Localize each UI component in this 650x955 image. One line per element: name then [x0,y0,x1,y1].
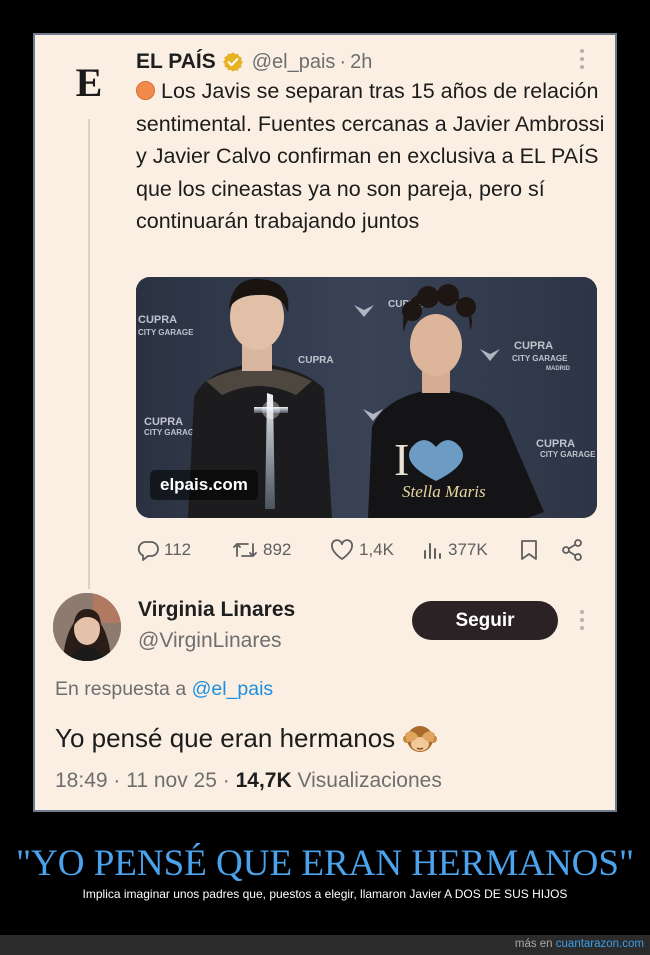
bookmark-action[interactable] [518,535,544,565]
backdrop-brand-sub: CITY GARAGE [144,428,200,437]
reply-author-name[interactable]: Virginia Linares [138,598,295,622]
tweet-media-image[interactable]: CUPRA CITY GARAGE CUPRA CITY GARAGE MADR… [136,277,597,518]
share-icon [562,539,582,561]
backdrop-brand-sub: MADRID [546,366,571,372]
caption-subline: Implica imaginar unos padres que, puesto… [82,887,568,901]
heart-icon [331,539,353,560]
share-action[interactable] [560,535,588,565]
more-options-icon[interactable] [578,49,586,71]
tweet-actions-bar: 112 892 1,4K 377K [136,535,596,565]
see-no-evil-monkey-icon [403,726,438,752]
reply-time[interactable]: 18:49 [55,769,108,792]
backdrop-brand: CUPRA [144,416,183,428]
backdrop-brand: CUPRA [514,340,553,352]
author-name[interactable]: EL PAÍS [136,50,216,74]
tweet-screenshot-card: E EL PAÍS @el_pais · 2h Los Javis se sep… [33,33,617,812]
media-domain-label[interactable]: elpais.com [150,470,258,500]
views-chart-icon [424,543,441,559]
footer-text: más en cuantarazon.com [515,938,644,950]
el-pais-logo[interactable]: E [71,63,107,103]
separator-dot: · [339,50,347,73]
reply-icon [137,541,159,561]
reply-count: 112 [164,540,192,559]
thread-line [88,119,90,589]
tweet-text: Los Javis se separan tras 15 años de rel… [136,75,606,238]
site-footer: más en cuantarazon.com [0,935,650,955]
reply-meta: 18:49 · 11 nov 25 · 14,7K Visualizacione… [55,769,442,792]
follow-button[interactable]: Seguir [412,601,558,640]
in-reply-to: En respuesta a @el_pais [55,678,273,701]
svg-text:I: I [394,434,409,485]
more-options-icon[interactable] [578,610,586,632]
views-action[interactable]: 377K [420,535,488,565]
reply-text: Yo pensé que eran hermanos [55,722,438,754]
reply-author-handle[interactable]: @VirginLinares [138,629,282,653]
tweet-header: EL PAÍS @el_pais · 2h [136,47,372,77]
tshirt-print: Stella Maris [402,482,486,501]
avatar-illustration [53,593,121,661]
retweet-action[interactable]: 892 [231,535,291,565]
backdrop-brand-sub: CITY GARAGE [540,450,596,459]
reply-body: Yo pensé que eran hermanos [55,722,396,753]
reply-views-count: 14,7K [235,769,292,792]
tweet-time[interactable]: 2h [350,51,372,74]
backdrop-brand-sub: CITY GARAGE [512,354,568,363]
backdrop-brand-sub: CITY GARAGE [138,328,194,337]
footer-prefix: más en [514,938,553,950]
tweet-body: Los Javis se separan tras 15 años de rel… [136,79,605,233]
bookmark-icon [521,540,537,560]
orange-circle-icon [136,81,155,100]
caption-headline: "YO PENSÉ QUE ERAN HERMANOS" [15,843,635,884]
views-count: 377K [448,540,488,559]
avatar[interactable] [53,593,121,661]
backdrop-brand: CUPRA [298,355,334,366]
footer-site-link[interactable]: cuantarazon.com [556,938,644,950]
like-action[interactable]: 1,4K [329,535,394,565]
reply-date[interactable]: 11 nov 25 [126,769,217,792]
reply-action[interactable]: 112 [136,535,191,565]
retweet-count: 892 [263,540,292,559]
in-reply-handle-link[interactable]: @el_pais [192,678,274,700]
verified-badge-icon [222,52,243,72]
backdrop-brand: CUPRA [536,438,575,450]
like-count: 1,4K [359,540,394,559]
in-reply-prefix: En respuesta a [55,678,187,700]
backdrop-brand: CUPRA [138,314,177,326]
retweet-icon [233,543,257,557]
reply-views-label: Visualizaciones [297,769,442,792]
author-handle[interactable]: @el_pais [252,51,336,74]
